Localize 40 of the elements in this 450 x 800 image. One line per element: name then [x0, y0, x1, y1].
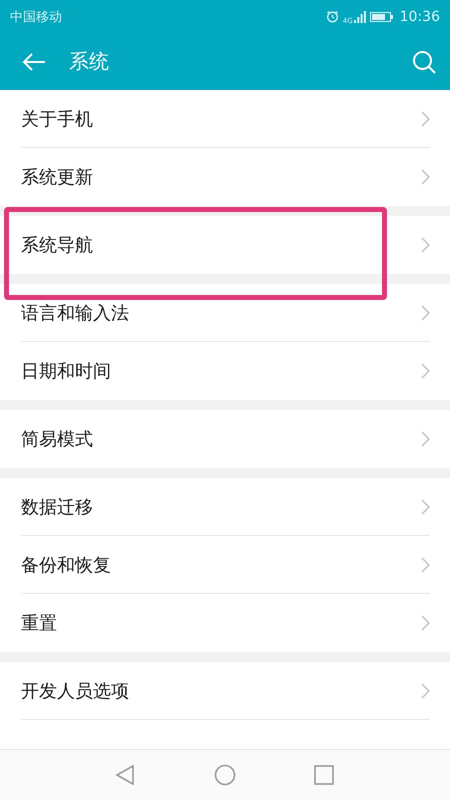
item-label: 备份和恢复	[21, 554, 112, 577]
battery-icon	[370, 10, 394, 22]
settings-item[interactable]: 数据迁移	[0, 478, 450, 536]
settings-item[interactable]: 语言和输入法	[0, 284, 450, 342]
clock-time: 10:36	[400, 8, 440, 24]
chevron-icon	[421, 431, 430, 447]
chevron-icon	[421, 683, 430, 699]
item-label: 关于手机	[21, 108, 94, 131]
item-label: 语言和输入法	[21, 302, 130, 325]
chevron-icon	[421, 557, 430, 573]
item-label: 开发人员选项	[21, 680, 130, 703]
chevron-icon	[421, 499, 430, 515]
home-circle-icon[interactable]	[214, 764, 236, 786]
item-label: 系统更新	[21, 166, 94, 189]
carrier-name: 中国移动	[10, 8, 62, 26]
chevron-icon	[421, 111, 430, 127]
chevron-icon	[421, 305, 430, 321]
settings-item[interactable]: 系统导航	[0, 216, 450, 274]
chevron-icon	[421, 615, 430, 631]
back-arrow-icon[interactable]	[22, 52, 46, 72]
settings-item[interactable]: 日期和时间	[0, 342, 450, 400]
settings-item[interactable]: 系统更新	[0, 148, 450, 206]
chevron-icon	[421, 169, 430, 185]
settings-item[interactable]: 简易模式	[0, 410, 450, 468]
chevron-icon	[421, 237, 430, 253]
item-label: 日期和时间	[21, 360, 112, 383]
settings-item[interactable]: 关于手机	[0, 90, 450, 148]
recents-square-icon[interactable]	[314, 765, 334, 785]
settings-item[interactable]: 备份和恢复	[0, 536, 450, 594]
item-label: 简易模式	[21, 428, 94, 451]
back-triangle-icon[interactable]	[115, 764, 135, 786]
page-title: 系统	[69, 48, 110, 75]
item-label: 系统导航	[21, 234, 94, 257]
chevron-icon	[421, 363, 430, 379]
item-label: 数据迁移	[21, 496, 94, 519]
alarm-icon	[326, 10, 339, 23]
item-label: 重置	[21, 612, 58, 635]
search-icon[interactable]	[412, 50, 436, 74]
signal-icon	[354, 10, 366, 22]
settings-item[interactable]: 重置	[0, 594, 450, 652]
